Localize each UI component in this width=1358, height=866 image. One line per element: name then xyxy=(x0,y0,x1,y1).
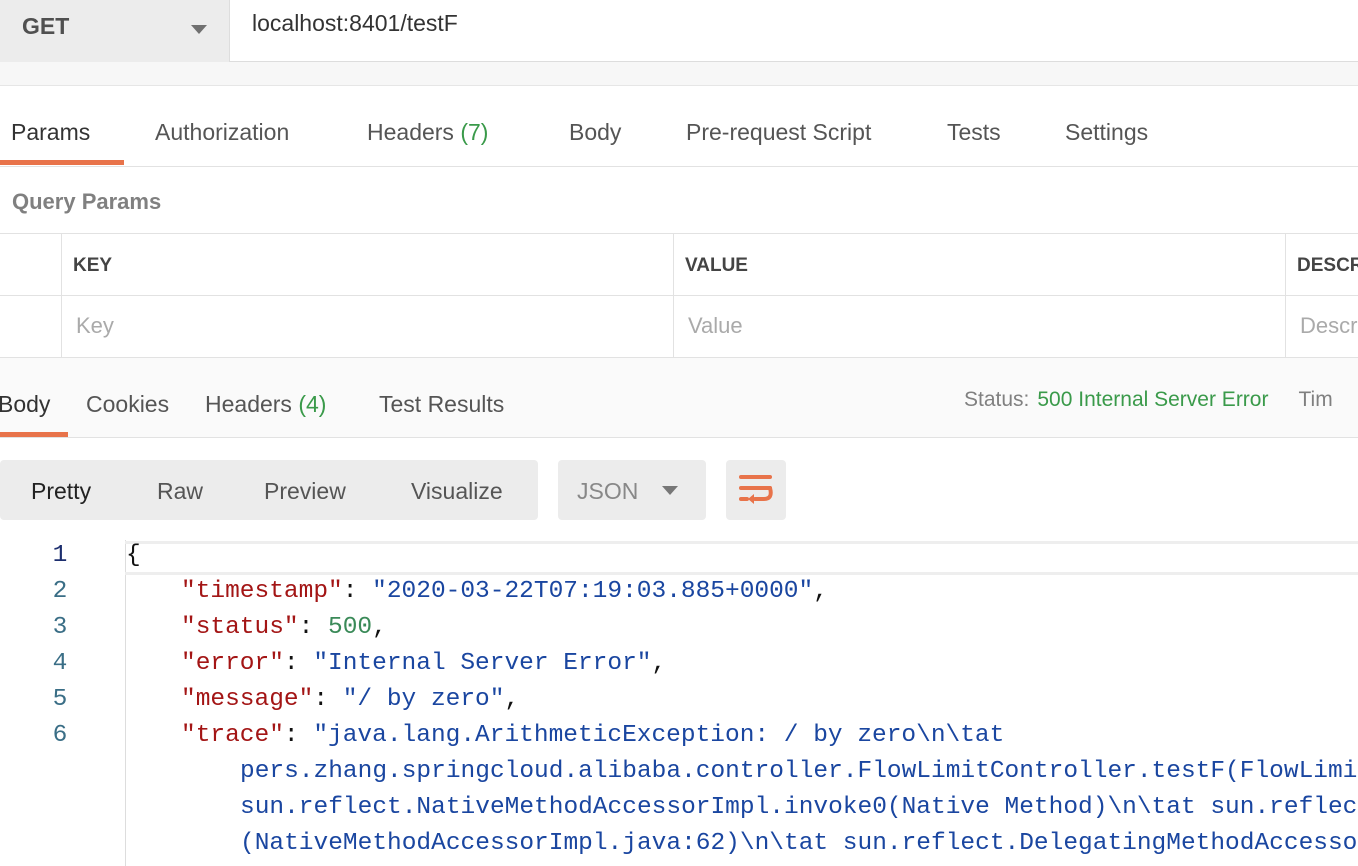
line-number: 2 xyxy=(52,578,68,605)
line-number: 5 xyxy=(52,686,68,713)
colon: : xyxy=(283,650,314,677)
query-params-title: Query Params xyxy=(12,189,162,214)
code-line-continuation: sun.reflect.NativeMethodAccessorImpl.inv… xyxy=(240,794,1358,821)
line-number: 3 xyxy=(52,614,68,641)
value-input[interactable]: Value xyxy=(674,296,1286,358)
key-input[interactable]: Key xyxy=(62,296,674,358)
gutter-border xyxy=(125,540,126,866)
tab-pre-request-script[interactable]: Pre-request Script xyxy=(686,119,871,146)
headers-count: (7) xyxy=(460,119,489,145)
tab-cookies[interactable]: Cookies xyxy=(86,391,169,418)
divider xyxy=(0,166,1358,167)
request-bar: GET localhost:8401/testF xyxy=(0,0,1358,62)
caret-down-icon xyxy=(191,25,207,34)
wrap-lines-button[interactable] xyxy=(726,460,786,520)
colon: : xyxy=(313,686,343,713)
wrap-icon xyxy=(739,475,773,504)
colon: : xyxy=(342,578,373,605)
code-line: "status": 500, xyxy=(181,614,387,641)
column-description: DESCR xyxy=(1286,234,1358,296)
view-pretty[interactable]: Pretty xyxy=(31,478,91,505)
code-line: "trace": "java.lang.ArithmeticException:… xyxy=(181,722,1004,749)
view-visualize[interactable]: Visualize xyxy=(411,478,503,505)
code-line: "message": "/ by zero", xyxy=(181,686,519,713)
status-label: Status: xyxy=(964,388,1030,411)
tab-tests[interactable]: Tests xyxy=(947,119,1001,146)
view-preview[interactable]: Preview xyxy=(264,478,346,505)
column-value: VALUE xyxy=(674,234,1286,296)
colon: : xyxy=(298,614,329,641)
active-tab-indicator xyxy=(0,432,68,437)
description-input[interactable]: Descr xyxy=(1286,296,1358,358)
view-raw[interactable]: Raw xyxy=(157,478,203,505)
tab-response-body[interactable]: Body xyxy=(0,391,50,418)
comma: , xyxy=(372,614,387,641)
json-key: "message" xyxy=(181,686,314,713)
json-value: "2020-03-22T07:19:03.885+0000" xyxy=(372,578,814,605)
comma: , xyxy=(813,578,828,605)
code-line: "timestamp": "2020-03-22T07:19:03.885+00… xyxy=(181,578,828,605)
tab-settings[interactable]: Settings xyxy=(1065,119,1148,146)
tab-headers[interactable]: Headers (7) xyxy=(367,119,488,146)
headers-count: (4) xyxy=(298,391,327,417)
json-key: "status" xyxy=(181,614,299,641)
comma: , xyxy=(651,650,667,677)
json-value: "java.lang.ArithmeticException: / by zer… xyxy=(313,722,1005,749)
tab-label: Headers xyxy=(367,119,454,145)
spacer xyxy=(0,62,1358,86)
response-status: Status: 500 Internal Server Error Tim xyxy=(964,388,1333,412)
line-number: 1 xyxy=(52,542,68,569)
code-brace: { xyxy=(126,542,141,569)
caret-down-icon xyxy=(662,486,678,495)
tab-authorization[interactable]: Authorization xyxy=(155,119,289,146)
code-line-continuation: (NativeMethodAccessorImpl.java:62)\n\tat… xyxy=(240,830,1358,857)
format-value: JSON xyxy=(577,478,639,504)
json-value: "Internal Server Error" xyxy=(313,650,652,677)
colon: : xyxy=(283,722,314,749)
status-value: 500 Internal Server Error xyxy=(1037,388,1269,411)
tab-params[interactable]: Params xyxy=(11,119,90,146)
column-key: KEY xyxy=(62,234,674,296)
active-tab-indicator xyxy=(0,160,124,165)
line-number: 4 xyxy=(52,650,68,677)
line-number: 6 xyxy=(52,722,68,749)
time-label: Tim xyxy=(1298,388,1333,411)
json-value: "/ by zero" xyxy=(342,686,505,713)
tab-body[interactable]: Body xyxy=(569,119,621,146)
json-key: "trace" xyxy=(181,722,284,749)
url-input[interactable]: localhost:8401/testF xyxy=(252,10,458,37)
row-checkbox-cell xyxy=(0,296,62,358)
code-line-continuation: pers.zhang.springcloud.alibaba.controlle… xyxy=(240,758,1358,785)
tab-label: Headers xyxy=(205,391,292,417)
json-key: "error" xyxy=(181,650,284,677)
current-line-highlight xyxy=(125,541,1358,575)
tab-test-results[interactable]: Test Results xyxy=(379,391,504,418)
tab-response-headers[interactable]: Headers (4) xyxy=(205,391,326,418)
method-select[interactable]: GET xyxy=(0,0,230,62)
comma: , xyxy=(504,686,520,713)
json-value: 500 xyxy=(328,614,373,641)
code-line: "error": "Internal Server Error", xyxy=(181,650,666,677)
json-key: "timestamp" xyxy=(181,578,343,605)
method-value: GET xyxy=(22,13,70,39)
table-cell xyxy=(0,234,62,296)
